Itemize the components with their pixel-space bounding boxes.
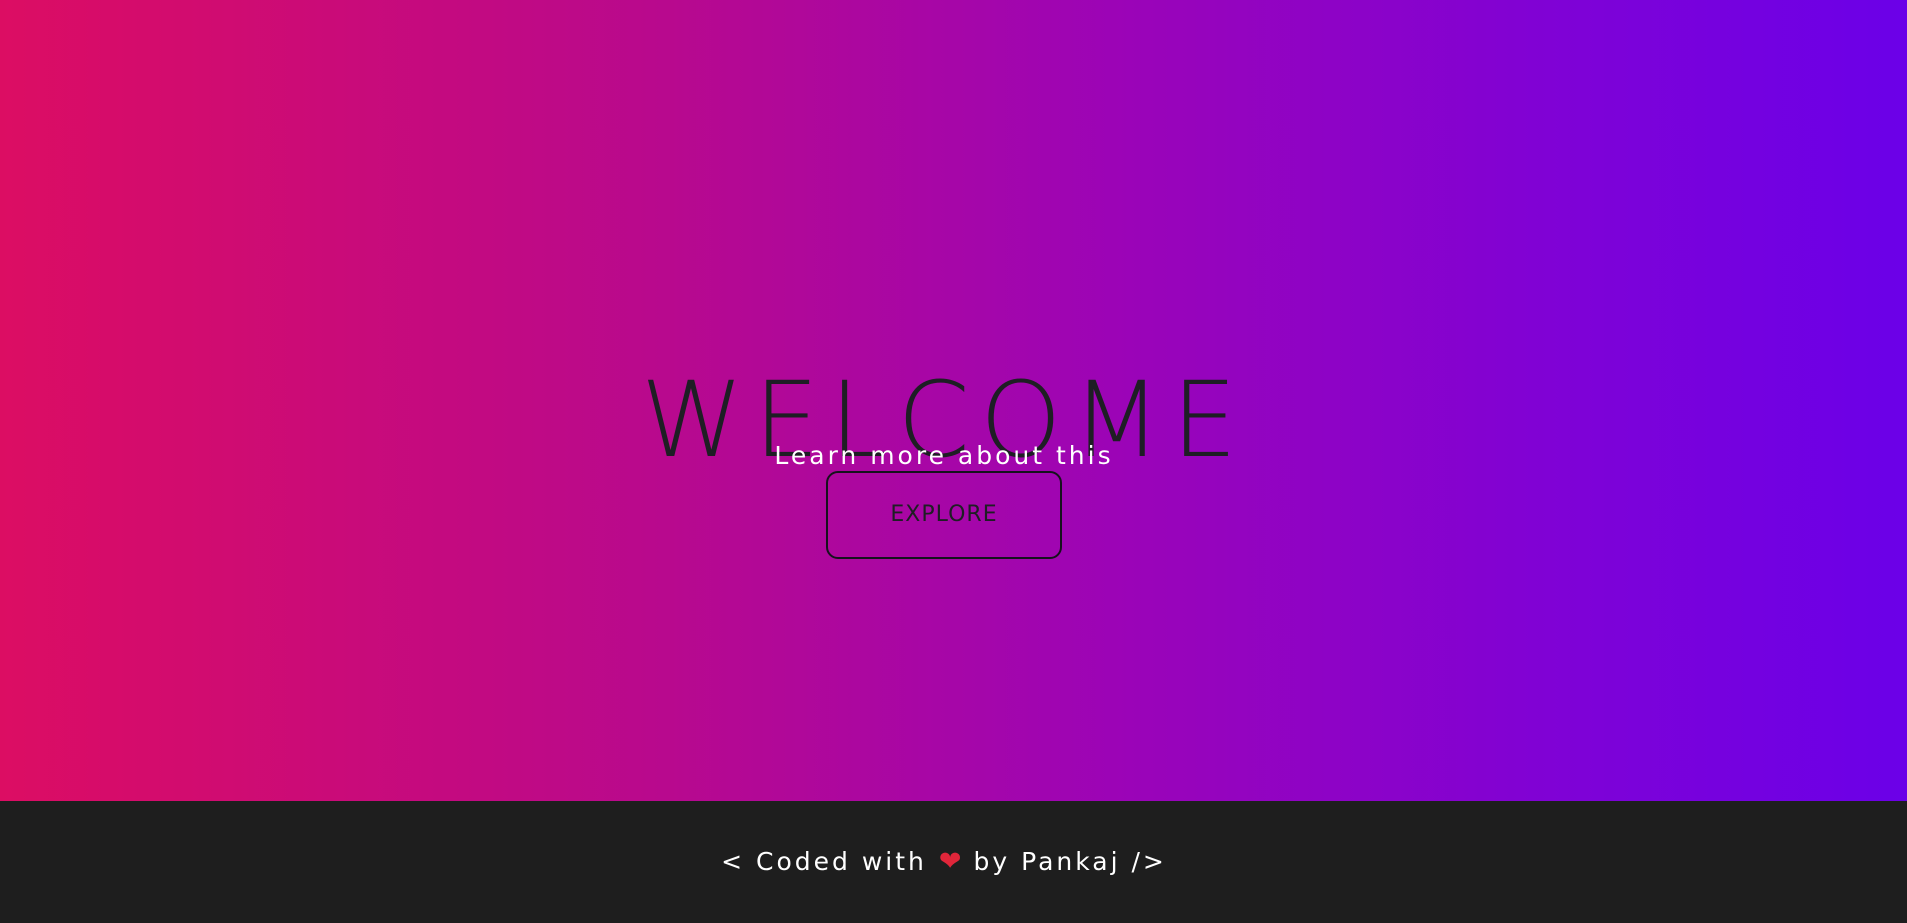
heart-icon: ❤ [938,846,962,877]
hero-subtitle: Learn more about this [774,441,1114,470]
footer: < Coded with ❤ by Pankaj /> [0,801,1907,923]
page: WELCOME Learn more about this EXPLORE < … [0,0,1907,923]
hero-content: WELCOME Learn more about this EXPLORE [0,0,1907,801]
hero-banner: WELCOME Learn more about this EXPLORE [0,0,1907,801]
footer-prefix: < Coded with [721,847,927,876]
explore-button[interactable]: EXPLORE [826,471,1062,559]
footer-suffix: by Pankaj /> [973,847,1167,876]
footer-credit: < Coded with ❤ by Pankaj /> [0,845,1888,879]
